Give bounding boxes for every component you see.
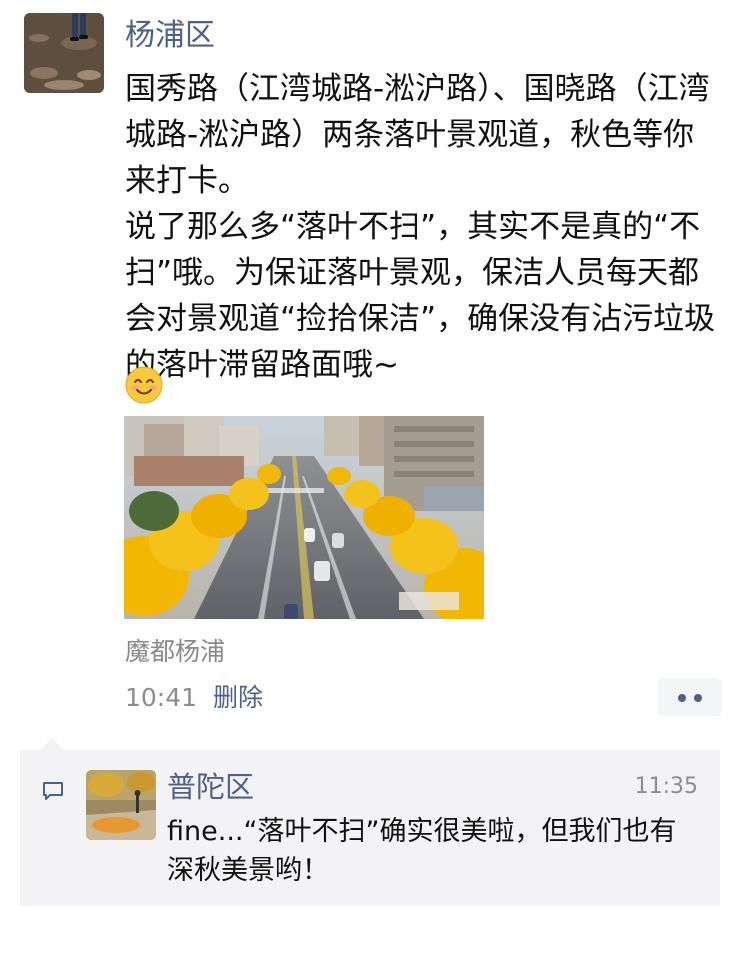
more-actions-button[interactable] — [658, 678, 722, 716]
comment-timestamp: 11:35 — [634, 774, 698, 799]
comment-pointer — [40, 738, 64, 750]
smiling-face-emoji-icon — [125, 366, 163, 404]
post-source-label[interactable]: 魔都杨浦 — [125, 634, 225, 670]
comment-section: 普陀区 11:35 fine...“落叶不扫”确实很美啦，但我们也有深秋美景哟！ — [20, 750, 720, 906]
delete-post-link[interactable]: 删除 — [213, 680, 263, 716]
author-avatar[interactable] — [24, 13, 104, 93]
commenter-name[interactable]: 普陀区 — [167, 766, 254, 808]
post-text: 国秀路（江湾城路-淞沪路）、国晓路（江湾城路-淞沪路）两条落叶景观道，秋色等你来… — [125, 71, 716, 383]
commenter-avatar-image — [86, 770, 156, 840]
author-avatar-image — [24, 13, 104, 93]
tree-lined-avenue-photo — [124, 416, 484, 619]
moments-page: 杨浦区 国秀路（江湾城路-淞沪路）、国晓路（江湾城路-淞沪路）两条落叶景观道，秋… — [0, 0, 750, 963]
comment-icon — [43, 782, 63, 800]
more-dot-icon — [694, 694, 702, 702]
post-timestamp: 10:41 — [125, 683, 198, 712]
comment-text[interactable]: fine...“落叶不扫”确实很美啦，但我们也有深秋美景哟！ — [167, 812, 697, 890]
commenter-avatar[interactable] — [86, 770, 156, 840]
more-dot-icon — [678, 694, 686, 702]
post-author-name[interactable]: 杨浦区 — [125, 14, 215, 58]
post-photo[interactable] — [124, 416, 484, 619]
